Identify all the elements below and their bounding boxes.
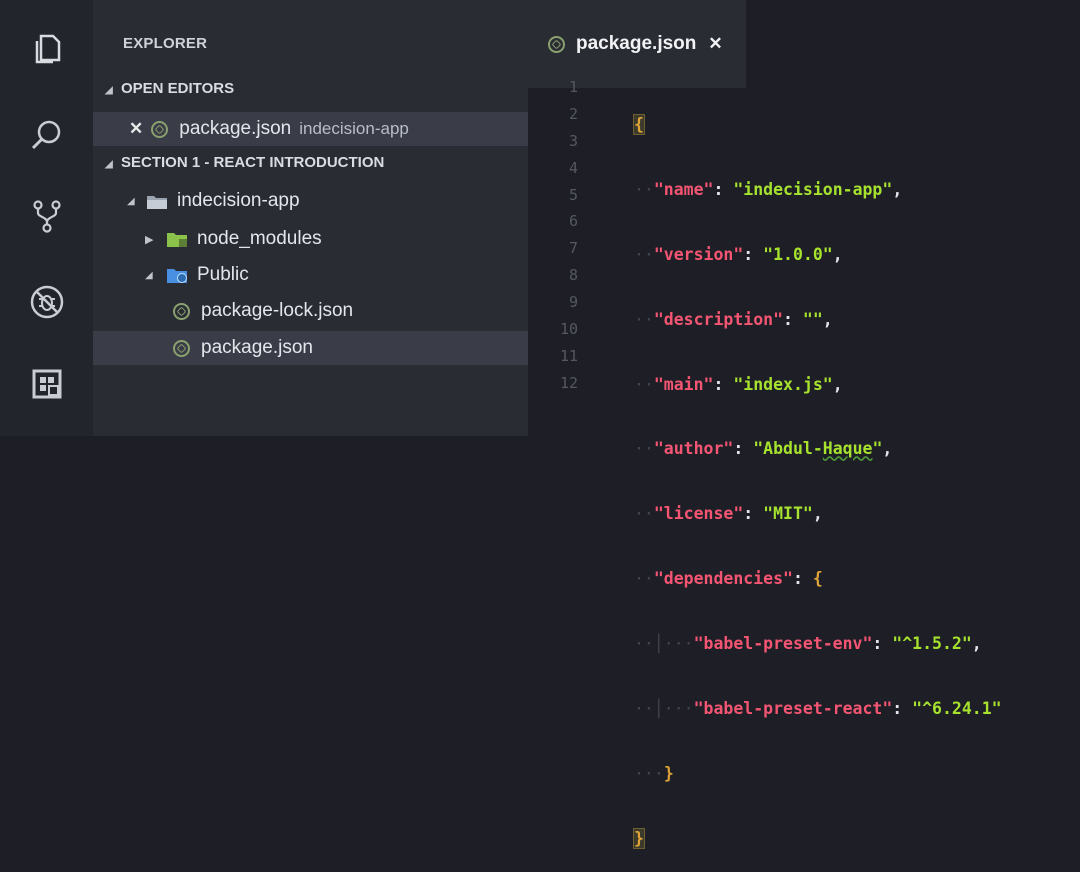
code-line: { [633, 114, 645, 135]
node-file-icon [548, 35, 565, 53]
chevron-right-icon: ▶ [145, 233, 154, 246]
files-icon[interactable] [29, 30, 65, 66]
code-line: ··"dependencies": { [634, 569, 823, 589]
node-file-icon [151, 120, 169, 138]
tree-root-folder[interactable]: ◢ indecision-app [93, 184, 528, 218]
code-line: ···} [634, 763, 674, 783]
code-line: ··"version": "1.0.0", [634, 244, 843, 264]
folder-public-icon [167, 268, 187, 283]
code-editor[interactable]: { ··"name": "indecision-app", ··"version… [633, 74, 1080, 872]
explorer-title: EXPLORER [123, 35, 208, 52]
code-line: ··"author": "Abdul-Haque", [634, 439, 893, 459]
chevron-down-icon: ◢ [145, 269, 153, 281]
line-number: 8 [568, 266, 578, 285]
node-file-icon [173, 302, 190, 320]
chevron-down-icon: ◢ [105, 85, 113, 96]
debug-icon[interactable] [29, 284, 65, 320]
folder-icon [167, 232, 187, 247]
chevron-down-icon: ◢ [105, 159, 113, 170]
line-number: 2 [568, 104, 578, 123]
chevron-down-icon: ◢ [127, 195, 135, 207]
line-number: 5 [568, 185, 578, 204]
section-header[interactable]: ◢ SECTION 1 - REACT INTRODUCTION [105, 154, 384, 171]
node-file-icon [173, 339, 190, 357]
activity-bar [0, 0, 93, 436]
line-number: 4 [568, 158, 578, 177]
code-line: ··"license": "MIT", [634, 504, 823, 524]
tree-item-package-lock[interactable]: package-lock.json [93, 294, 528, 328]
close-icon[interactable]: ✕ [708, 34, 722, 54]
source-control-icon[interactable] [29, 198, 65, 234]
tree-item-public[interactable]: ◢ Public [93, 258, 528, 292]
code-line: ··│···"babel-preset-env": "^1.5.2", [634, 634, 982, 654]
code-line: ··"main": "index.js", [634, 374, 843, 394]
line-number: 7 [568, 239, 578, 258]
open-editors-header[interactable]: ◢ OPEN EDITORS [105, 80, 234, 97]
code-line: ··"description": "", [634, 309, 833, 329]
line-number: 1 [568, 78, 578, 96]
line-number-gutter: 1 2 3 4 5 6 7 8 9 10 11 12 [528, 74, 606, 397]
line-number: 12 [559, 373, 578, 392]
line-number: 10 [559, 320, 578, 339]
code-line: ··│···"babel-preset-react": "^6.24.1" [634, 699, 1002, 719]
code-line: ··"name": "indecision-app", [634, 179, 903, 199]
extensions-icon[interactable] [29, 366, 65, 402]
close-icon[interactable]: ✕ [129, 119, 143, 139]
explorer-sidebar: EXPLORER ◢ OPEN EDITORS ✕ package.json in… [93, 0, 528, 436]
line-number: 11 [559, 346, 578, 365]
tree-item-package-json[interactable]: package.json [93, 331, 528, 365]
folder-open-icon [147, 194, 167, 209]
line-number: 6 [568, 212, 578, 231]
search-icon[interactable] [29, 117, 65, 153]
line-number: 9 [568, 293, 578, 312]
tree-item-node-modules[interactable]: ▶ node_modules [93, 222, 528, 256]
line-number: 3 [568, 131, 578, 150]
code-line: } [633, 827, 645, 849]
open-editor-item[interactable]: ✕ package.json indecision-app [93, 112, 528, 146]
